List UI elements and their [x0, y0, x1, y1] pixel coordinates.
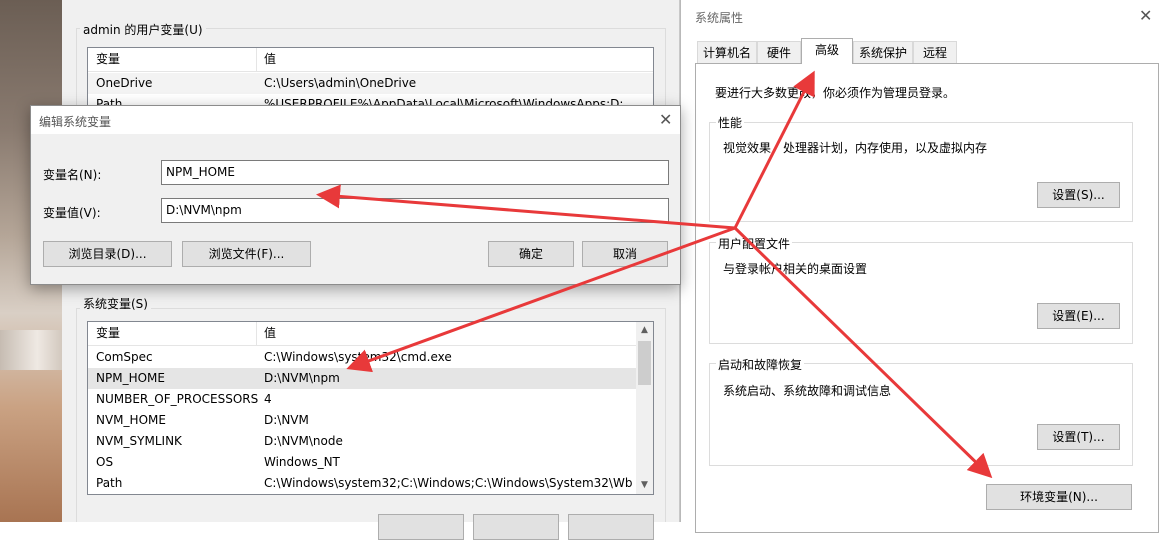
startup-recovery-desc: 系统启动、系统故障和调试信息 [723, 384, 892, 398]
dialog-titlebar: 编辑系统变量 ✕ [31, 106, 680, 134]
admin-note: 要进行大多数更改，你必须作为管理员登录。 [715, 86, 956, 100]
startup-recovery-section [709, 363, 1133, 466]
row-value: 4 [264, 392, 272, 406]
system-variables-list[interactable]: 变量 值 ComSpec C:\Windows\system32\cmd.exe… [87, 321, 654, 495]
variable-name-label: 变量名(N): [43, 168, 102, 182]
system-properties-window: 系统属性 ✕ 计算机名 硬件 高级 系统保护 远程 要进行大多数更改，你必须作为… [680, 0, 1159, 533]
row-value: C:\Windows\system32\cmd.exe [264, 350, 452, 364]
table-row[interactable]: OneDrive C:\Users\admin\OneDrive [88, 73, 653, 94]
user-variables-label: admin 的用户变量(U) [80, 21, 206, 38]
table-row[interactable]: NUMBER_OF_PROCESSORS 4 [88, 389, 636, 410]
user-profiles-settings-button[interactable]: 设置(E)... [1037, 303, 1120, 329]
user-profiles-desc: 与登录帐户相关的桌面设置 [723, 262, 868, 276]
column-header-variable[interactable]: 变量 [96, 322, 120, 345]
column-header-variable[interactable]: 变量 [96, 48, 120, 71]
startup-recovery-settings-button[interactable]: 设置(T)... [1037, 424, 1120, 450]
scroll-up-icon[interactable]: ▲ [636, 322, 653, 339]
table-row-selected[interactable]: NPM_HOME D:\NVM\npm [88, 368, 636, 389]
edit-system-variable-button[interactable] [473, 514, 559, 540]
tab-remote[interactable]: 远程 [913, 41, 957, 64]
variable-name-input[interactable]: NPM_HOME [161, 160, 669, 185]
environment-variables-button[interactable]: 环境变量(N)... [986, 484, 1132, 510]
user-list-header: 变量 值 [88, 48, 653, 72]
row-value: C:\Users\admin\OneDrive [264, 76, 417, 90]
row-value: Windows_NT [264, 455, 340, 469]
table-row[interactable]: ComSpec C:\Windows\system32\cmd.exe [88, 347, 636, 368]
row-value: D:\NVM\node [264, 434, 343, 448]
cancel-button[interactable]: 取消 [582, 241, 668, 267]
browse-file-button[interactable]: 浏览文件(F)... [182, 241, 311, 267]
table-row[interactable]: NVM_HOME D:\NVM [88, 410, 636, 431]
row-name: OS [96, 455, 114, 469]
close-icon[interactable]: ✕ [659, 112, 672, 128]
row-value: C:\Windows\system32;C:\Windows;C:\Window… [264, 476, 632, 490]
variable-value-label: 变量值(V): [43, 206, 101, 220]
tab-advanced[interactable]: 高级 [801, 38, 853, 64]
row-name: Path [96, 476, 123, 490]
variable-value-input[interactable]: D:\NVM\npm [161, 198, 669, 223]
row-name: NUMBER_OF_PROCESSORS [96, 392, 259, 406]
tab-hardware[interactable]: 硬件 [757, 41, 801, 64]
row-name: ComSpec [96, 350, 153, 364]
column-header-value[interactable]: 值 [264, 48, 649, 71]
edit-system-variable-dialog: 编辑系统变量 ✕ 变量名(N): NPM_HOME 变量值(V): D:\NVM… [30, 105, 681, 285]
vertical-scrollbar[interactable]: ▲ ▼ [636, 322, 653, 494]
performance-desc: 视觉效果，处理器计划，内存使用，以及虚拟内存 [723, 141, 988, 155]
tab-system-protection[interactable]: 系统保护 [853, 41, 913, 64]
row-value: D:\NVM [264, 413, 309, 427]
delete-system-variable-button[interactable] [568, 514, 654, 540]
performance-label: 性能 [716, 114, 745, 131]
table-row[interactable]: NVM_SYMLINK D:\NVM\node [88, 431, 636, 452]
window-title: 系统属性 [695, 11, 744, 25]
row-value: D:\NVM\npm [264, 371, 340, 385]
row-name: OneDrive [96, 76, 153, 90]
close-icon[interactable]: ✕ [1139, 8, 1152, 24]
browse-directory-button[interactable]: 浏览目录(D)... [43, 241, 172, 267]
column-header-value[interactable]: 值 [264, 322, 649, 345]
ok-button[interactable]: 确定 [488, 241, 574, 267]
performance-settings-button[interactable]: 设置(S)... [1037, 182, 1120, 208]
dialog-title: 编辑系统变量 [39, 115, 112, 129]
tab-computer-name[interactable]: 计算机名 [697, 41, 757, 64]
system-variables-label: 系统变量(S) [80, 295, 151, 312]
row-name: NVM_SYMLINK [96, 434, 182, 448]
new-system-variable-button[interactable] [378, 514, 464, 540]
scroll-thumb[interactable] [638, 341, 651, 385]
user-variables-list[interactable]: 变量 值 OneDrive C:\Users\admin\OneDrive Pa… [87, 47, 654, 107]
table-row[interactable]: OS Windows_NT [88, 452, 636, 473]
startup-recovery-label: 启动和故障恢复 [716, 356, 805, 373]
row-name: NPM_HOME [96, 371, 165, 385]
table-row[interactable]: Path C:\Windows\system32;C:\Windows;C:\W… [88, 473, 636, 494]
scroll-down-icon[interactable]: ▼ [636, 477, 653, 494]
row-name: NVM_HOME [96, 413, 166, 427]
system-list-header: 变量 值 [88, 322, 653, 346]
user-profiles-label: 用户配置文件 [716, 235, 793, 252]
